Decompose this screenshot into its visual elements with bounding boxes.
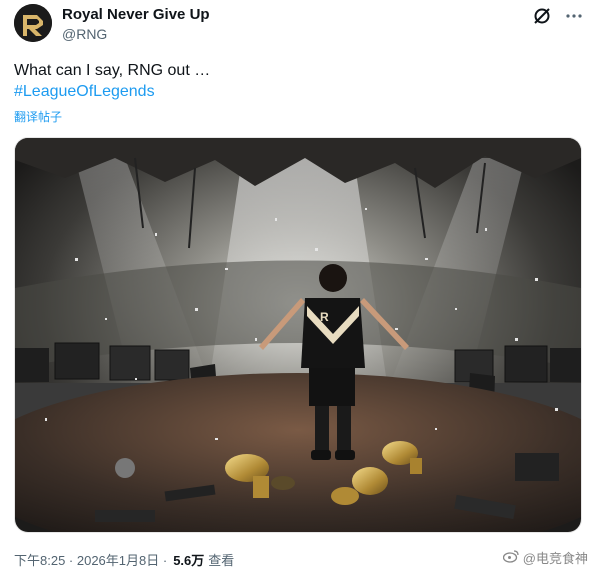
watermark-text: @电竞食神 [522,551,588,566]
post-meta: 下午8:25 · 2026年1月8日 · 5.6万 查看 [14,550,234,569]
post-text: What can I say, RNG out … [14,62,211,79]
author-handle[interactable]: @RNG [62,26,107,42]
arena-illustration: R [15,138,581,532]
post-image[interactable]: R [14,137,582,533]
grok-icon[interactable] [532,6,552,26]
avatar[interactable] [14,4,52,42]
timestamp[interactable]: 下午8:25 · 2026年1月8日 · [14,550,167,569]
more-icon[interactable] [564,6,584,26]
hashtag-link[interactable]: #LeagueOfLegends [14,83,155,101]
rng-logo [14,4,52,42]
views-label: 查看 [208,553,235,568]
weibo-icon [502,549,519,566]
watermark: @电竞食神 [502,548,588,567]
author-name[interactable]: Royal Never Give Up [62,6,210,23]
svg-text:R: R [320,310,329,324]
views-count: 5.6万 [173,553,205,568]
translate-button[interactable]: 翻译帖子 [14,108,62,125]
post-header: Royal Never Give Up @RNG [14,4,586,48]
